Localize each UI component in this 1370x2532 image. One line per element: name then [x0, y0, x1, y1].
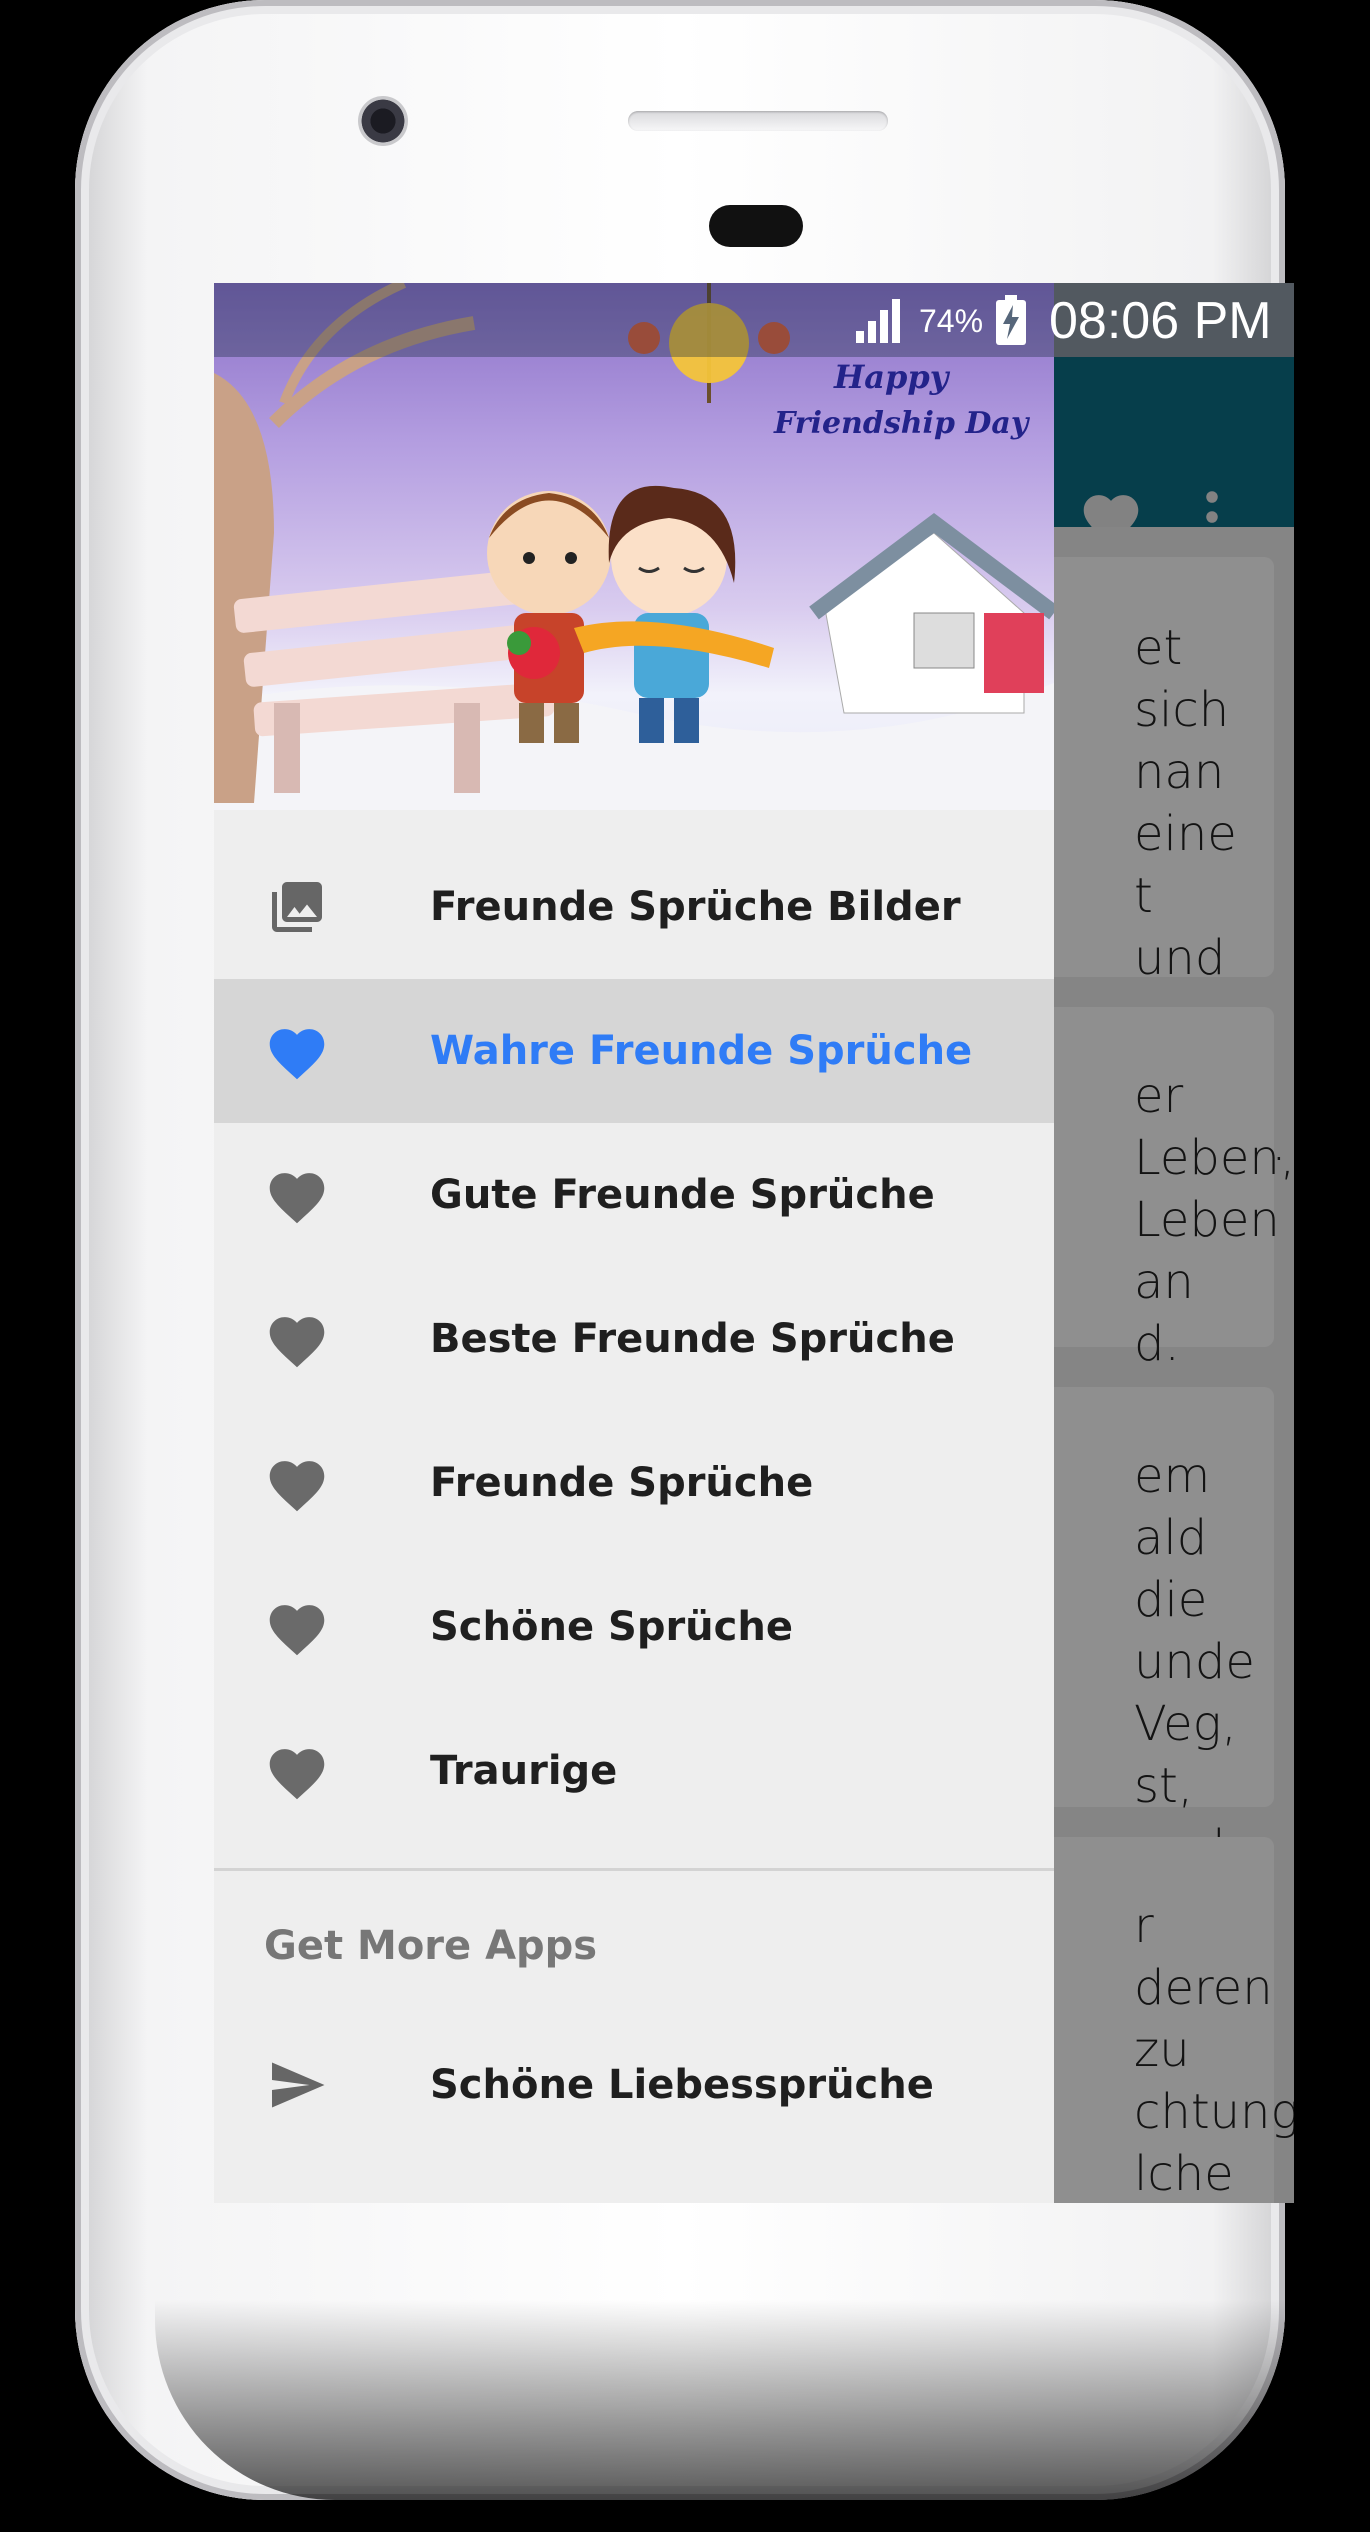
caption-happy: Happy: [833, 358, 951, 396]
nav-label: Schöne Sprüche: [430, 1604, 793, 1650]
nav-item-wahre-freunde-sprueche[interactable]: Wahre Freunde Sprüche: [214, 979, 1054, 1123]
signal-icon: [856, 299, 900, 343]
proximity-sensor: [709, 205, 803, 247]
nav-label: Schöne Liebessprüche: [430, 2062, 934, 2108]
nav-item-beste-freunde-sprueche[interactable]: Beste Freunde Sprüche: [214, 1267, 1054, 1411]
nav-item-schoene-sprueche[interactable]: Schöne Sprüche: [214, 1555, 1054, 1699]
heart-icon: [269, 1461, 325, 1512]
heart-icon: [269, 1173, 325, 1224]
drawer-header-image: Happy Friendship Day: [214, 283, 1054, 810]
section-title-get-more-apps: Get More Apps: [264, 1923, 598, 1969]
nav-label: Gute Freunde Sprüche: [430, 1172, 935, 1218]
front-camera: [358, 96, 408, 146]
nav-label: Traurige: [430, 1748, 618, 1794]
status-bar: 74% 08:06 PM: [214, 283, 1294, 357]
photo-library-icon: [272, 882, 322, 932]
nav-item-freunde-sprueche[interactable]: Freunde Sprüche: [214, 1411, 1054, 1555]
heart-icon: [269, 1029, 325, 1080]
earpiece-speaker: [628, 111, 888, 131]
heart-icon: [269, 1605, 325, 1656]
drawer-divider: [214, 1868, 1054, 1871]
navigation-drawer: Happy Friendship Day Freunde Sprüche Bil…: [214, 283, 1054, 2203]
nav-label: Beste Freunde Sprüche: [430, 1316, 955, 1362]
phone-bottom-shadow: [155, 2300, 1285, 2500]
nav-label: Wahre Freunde Sprüche: [430, 1028, 973, 1074]
heart-icon: [269, 1749, 325, 1800]
caption-friendship-day: Friendship Day: [773, 406, 1031, 441]
nav-label: Freunde Sprüche Bilder: [430, 884, 961, 930]
nav-item-traurige[interactable]: Traurige: [214, 1699, 1054, 1843]
send-icon: [272, 2062, 325, 2108]
phone-frame: et sich nan eine t und nan weiß, nem... …: [75, 0, 1294, 2500]
battery-charging-icon: [996, 295, 1026, 345]
clock: 08:06 PM: [1049, 292, 1272, 350]
friendship-day-illustration: Happy Friendship Day: [214, 283, 1054, 810]
screen: et sich nan eine t und nan weiß, nem... …: [214, 283, 1294, 2203]
battery-percent: 74%: [919, 303, 984, 339]
nav-item-gute-freunde-sprueche[interactable]: Gute Freunde Sprüche: [214, 1123, 1054, 1267]
nav-label: Freunde Sprüche: [430, 1460, 814, 1506]
nav-item-schoene-liebessprueche[interactable]: Schöne Liebessprüche: [214, 2013, 1054, 2157]
nav-item-freunde-sprueche-bilder[interactable]: Freunde Sprüche Bilder: [214, 835, 1054, 979]
heart-icon: [269, 1317, 325, 1368]
